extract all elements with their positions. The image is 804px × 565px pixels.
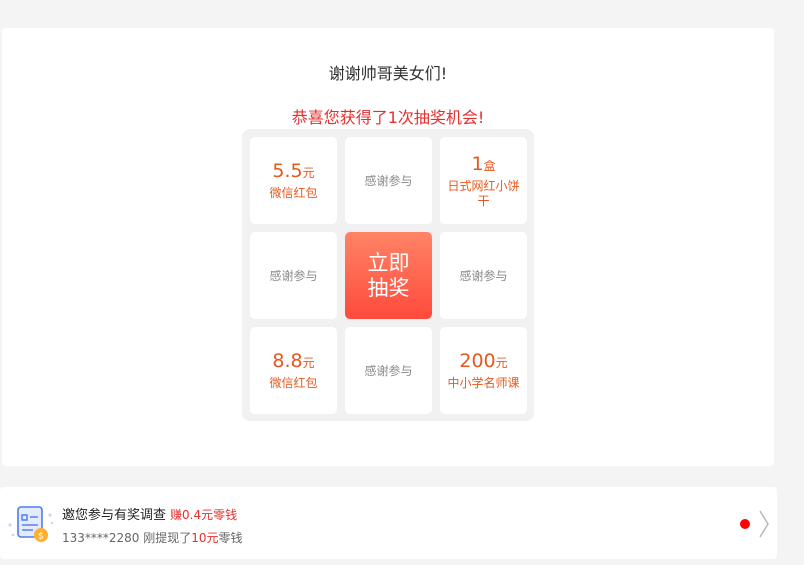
survey-withdraw-notice: 133****2280 刚提现了10元零钱	[62, 531, 243, 545]
prize-cell-wechat-red-packet-8-8: 8.8元 微信红包	[250, 327, 337, 414]
survey-form-coin-icon: $	[8, 506, 54, 542]
survey-banner[interactable]: $ 邀您参与有奖调查 赚0.4元零钱 133****2280 刚提现了10元零钱	[0, 487, 777, 559]
congrats-message: 恭喜您获得了1次抽奖机会!	[291, 108, 485, 127]
thanks-for-participating: 感谢参与	[269, 269, 318, 283]
prize-desc: 日式网红小饼干	[447, 178, 520, 208]
thanks-for-participating: 感谢参与	[459, 269, 508, 283]
notification-dot	[740, 519, 750, 529]
thanks-heading: 谢谢帅哥美女们!	[328, 64, 448, 83]
prize-cell-cookies: 1盒 日式网红小饼干	[440, 137, 527, 224]
prize-amount: 1盒	[471, 152, 496, 175]
draw-now-button[interactable]: 立即 抽奖	[345, 232, 432, 319]
prize-cell-thanks: 感谢参与	[250, 232, 337, 319]
prize-cell-thanks: 感谢参与	[440, 232, 527, 319]
lottery-grid: 5.5元 微信红包 感谢参与 1盒 日式网红小饼干 感谢参与 立即 抽奖 感谢参…	[242, 129, 534, 421]
prize-amount: 200元	[459, 350, 508, 372]
prize-amount: 8.8元	[272, 350, 315, 372]
prize-cell-teacher-course: 200元 中小学名师课	[440, 327, 527, 414]
prize-cell-wechat-red-packet-5-5: 5.5元 微信红包	[250, 137, 337, 224]
prize-amount: 5.5元	[272, 160, 315, 182]
lottery-card: 谢谢帅哥美女们! 恭喜您获得了1次抽奖机会! 5.5元 微信红包 感谢参与 1盒…	[2, 28, 774, 466]
prize-desc: 微信红包	[269, 376, 318, 390]
prize-cell-thanks: 感谢参与	[345, 137, 432, 224]
prize-cell-thanks: 感谢参与	[345, 327, 432, 414]
thanks-for-participating: 感谢参与	[364, 174, 413, 188]
survey-title: 邀您参与有奖调查 赚0.4元零钱	[62, 508, 238, 523]
chevron-right-icon[interactable]	[758, 509, 770, 539]
prize-desc: 微信红包	[269, 186, 318, 200]
svg-text:$: $	[38, 532, 44, 542]
thanks-for-participating: 感谢参与	[364, 364, 413, 378]
survey-reward: 赚0.4元零钱	[170, 508, 238, 522]
prize-desc: 中小学名师课	[447, 376, 520, 390]
